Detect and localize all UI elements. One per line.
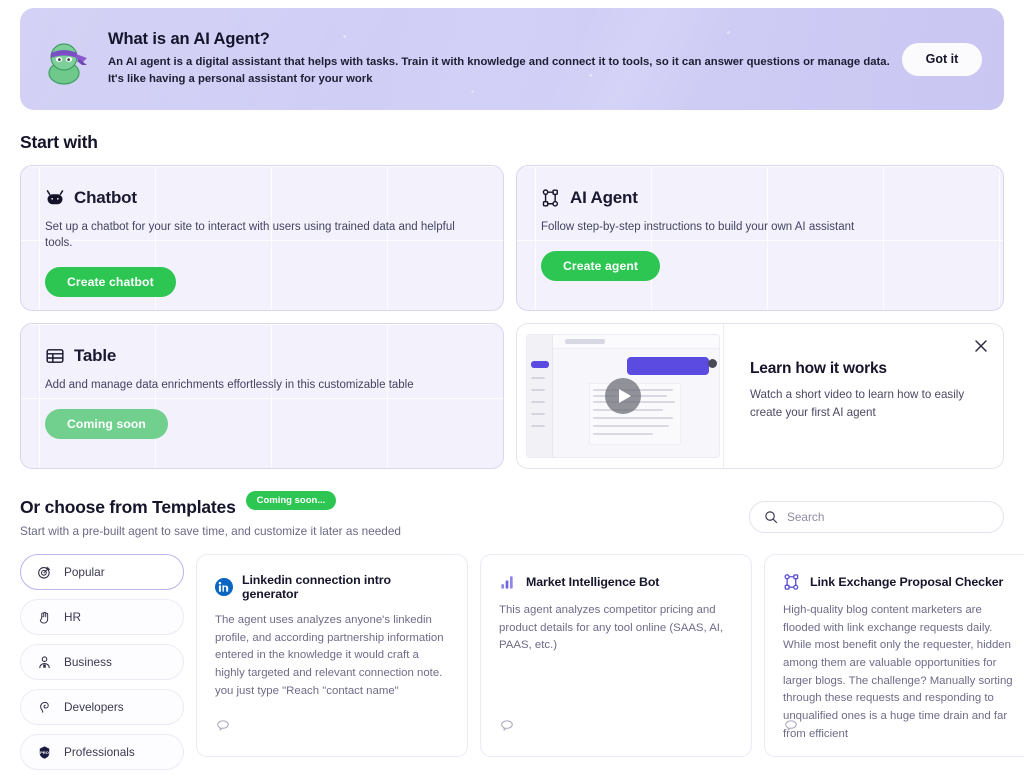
category-label: HR — [64, 610, 81, 624]
thumb-doc-line — [593, 433, 653, 435]
video-thumbnail-wrap[interactable] — [517, 324, 723, 468]
banner-text-block: What is an AI Agent? An AI agent is a di… — [108, 30, 902, 88]
video-card-title: Learn how it works — [750, 360, 969, 378]
templates-coming-soon-badge: Coming soon... — [246, 491, 337, 510]
category-item-business[interactable]: Business — [20, 644, 184, 680]
table-card[interactable]: Table Add and manage data enrichments ef… — [20, 323, 504, 469]
node-graph-icon — [541, 188, 561, 208]
banner-description: An AI agent is a digital assistant that … — [108, 54, 890, 88]
video-thumbnail — [526, 334, 720, 458]
templates-header-left: Or choose from Templates Coming soon... … — [20, 497, 401, 538]
thumb-sidebar — [527, 335, 553, 457]
template-card-linkedin[interactable]: Linkedin connection intro generator The … — [196, 554, 468, 757]
ai-agent-card-title: AI Agent — [570, 188, 638, 208]
templates-heading: Or choose from Templates — [20, 497, 236, 518]
template-card-description: This agent analyzes competitor pricing a… — [499, 602, 733, 655]
comment-icon[interactable] — [783, 718, 799, 734]
templates-title-row: Or choose from Templates Coming soon... — [20, 497, 401, 518]
info-banner: What is an AI Agent? An AI agent is a di… — [20, 8, 1004, 110]
chatbot-card-head: Chatbot — [45, 188, 479, 208]
thumb-tab — [565, 339, 605, 344]
category-item-developers[interactable]: Developers — [20, 689, 184, 725]
linkedin-icon — [215, 578, 233, 596]
templates-body: Popular HR Business — [20, 554, 1004, 770]
templates-header: Or choose from Templates Coming soon... … — [20, 497, 1004, 538]
banner-title: What is an AI Agent? — [108, 30, 890, 49]
template-card-title: Linkedin connection intro generator — [242, 573, 449, 601]
comment-icon[interactable] — [499, 718, 515, 734]
ai-agent-card[interactable]: AI Agent Follow step-by-step instruction… — [516, 165, 1004, 311]
pro-badge-icon: PRO — [37, 745, 52, 760]
node-graph-icon — [783, 573, 801, 591]
person-tie-icon — [37, 655, 52, 670]
table-grid-icon — [45, 346, 65, 366]
table-card-title: Table — [74, 346, 116, 366]
template-search-box[interactable] — [749, 501, 1004, 533]
chatbot-card-description: Set up a chatbot for your site to intera… — [45, 219, 479, 251]
template-card-description: The agent uses analyzes anyone's linkedi… — [215, 612, 449, 700]
templates-subheading: Start with a pre-built agent to save tim… — [20, 524, 401, 538]
video-info: Learn how it works Watch a short video t… — [723, 324, 1003, 468]
category-item-popular[interactable]: Popular — [20, 554, 184, 590]
thumb-sidebar-line — [531, 401, 545, 403]
template-card-market-intelligence[interactable]: Market Intelligence Bot This agent analy… — [480, 554, 752, 757]
category-item-hr[interactable]: HR — [20, 599, 184, 635]
hand-icon — [37, 610, 52, 625]
thumb-sidebar-line — [531, 413, 545, 415]
ai-agent-card-head: AI Agent — [541, 188, 979, 208]
category-label: Developers — [64, 700, 124, 714]
thumb-user-message — [627, 357, 709, 375]
page-root: What is an AI Agent? An AI agent is a di… — [0, 8, 1024, 779]
robot-head-icon — [45, 188, 65, 208]
chatbot-card[interactable]: Chatbot Set up a chatbot for your site t… — [20, 165, 504, 311]
category-label: Business — [64, 655, 112, 669]
ai-agent-card-description: Follow step-by-step instructions to buil… — [541, 219, 979, 235]
thumb-doc-line — [593, 417, 673, 419]
comment-icon[interactable] — [215, 718, 231, 734]
template-card-head: Linkedin connection intro generator — [215, 573, 449, 601]
learn-how-it-works-card[interactable]: Learn how it works Watch a short video t… — [516, 323, 1004, 469]
table-coming-soon-button: Coming soon — [45, 409, 168, 439]
bar-chart-icon — [499, 573, 517, 591]
table-card-description: Add and manage data enrichments effortle… — [45, 377, 479, 393]
thumb-sidebar-line — [531, 425, 545, 427]
chatbot-card-title: Chatbot — [74, 188, 137, 208]
template-card-title: Market Intelligence Bot — [526, 575, 659, 589]
got-it-button[interactable]: Got it — [902, 43, 982, 76]
thumb-doc-line — [593, 425, 669, 427]
thumb-sidebar-line — [531, 377, 545, 379]
start-with-heading: Start with — [20, 132, 1004, 153]
category-label: Popular — [64, 565, 105, 579]
thumb-avatar — [708, 359, 717, 368]
create-agent-button[interactable]: Create agent — [541, 251, 660, 281]
category-item-professionals[interactable]: PRO Professionals — [20, 734, 184, 770]
thumb-sidebar-line — [531, 389, 545, 391]
svg-text:PRO: PRO — [40, 750, 49, 755]
code-hand-icon — [37, 700, 52, 715]
template-card-description: High-quality blog content marketers are … — [783, 602, 1017, 743]
template-card-link-exchange[interactable]: Link Exchange Proposal Checker High-qual… — [764, 554, 1024, 757]
ninja-mascot-avatar — [38, 33, 90, 85]
start-with-grid: Chatbot Set up a chatbot for your site t… — [20, 165, 1004, 469]
thumb-sidebar-active-item — [531, 361, 549, 368]
template-card-head: Market Intelligence Bot — [499, 573, 733, 591]
search-input[interactable] — [787, 510, 989, 524]
table-card-head: Table — [45, 346, 479, 366]
close-icon[interactable] — [971, 336, 991, 356]
template-card-title: Link Exchange Proposal Checker — [810, 575, 1003, 589]
video-card-description: Watch a short video to learn how to easi… — [750, 386, 969, 422]
category-label: Professionals — [64, 745, 135, 759]
template-card-head: Link Exchange Proposal Checker — [783, 573, 1017, 591]
template-category-list: Popular HR Business — [20, 554, 184, 770]
play-icon[interactable] — [605, 378, 641, 414]
create-chatbot-button[interactable]: Create chatbot — [45, 267, 176, 297]
search-icon — [764, 510, 778, 524]
target-icon — [37, 565, 52, 580]
